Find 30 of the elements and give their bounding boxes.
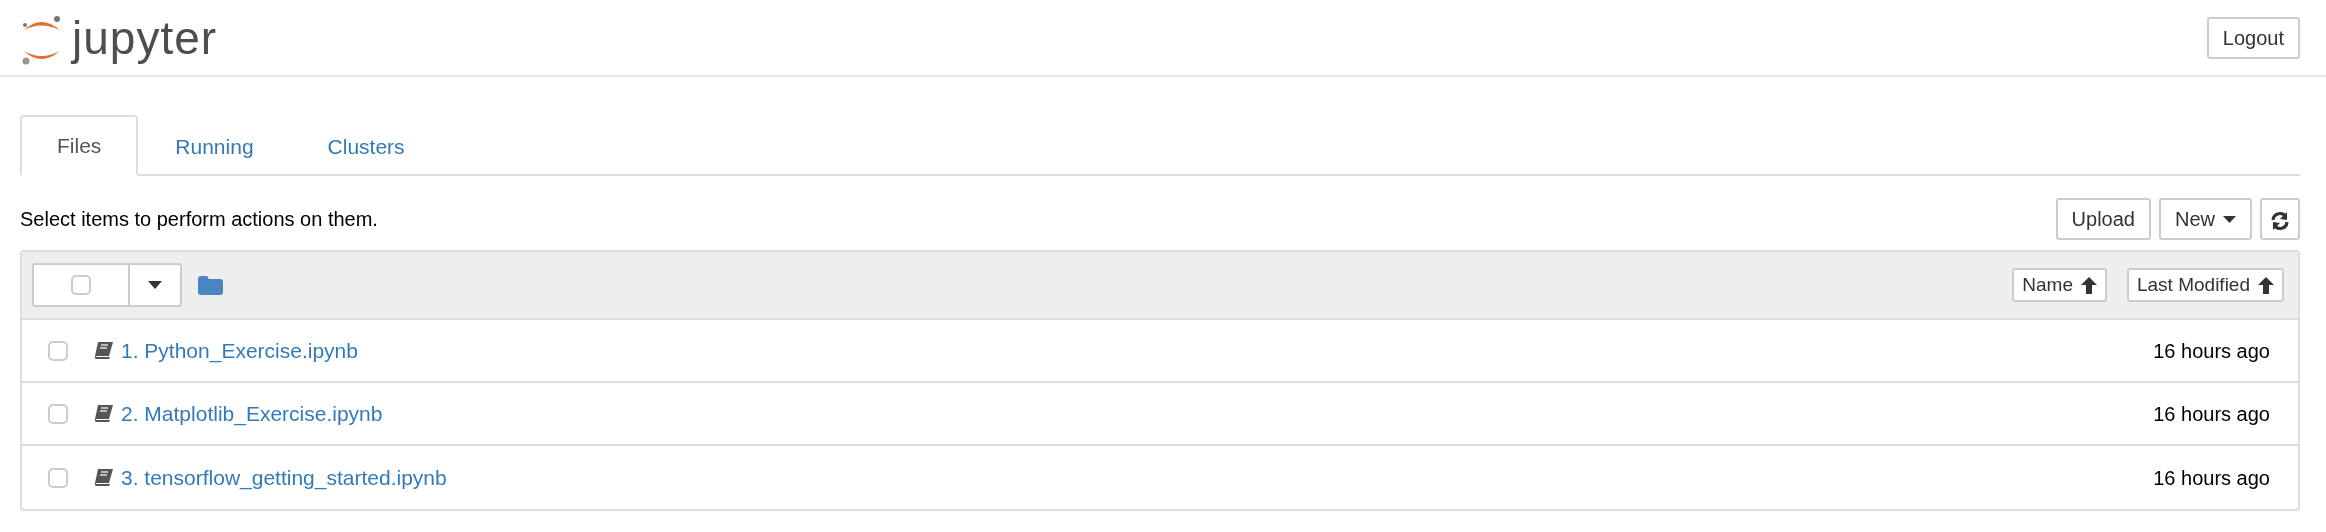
modified-time: 16 hours ago (2153, 338, 2270, 364)
modified-time: 16 hours ago (2153, 465, 2270, 491)
tab[interactable]: Running (138, 115, 291, 176)
row-checkbox[interactable] (48, 403, 68, 424)
row-checkbox[interactable] (48, 340, 68, 361)
row-checkbox[interactable] (48, 467, 68, 488)
up-arrow-icon (2081, 276, 2097, 294)
logout-button[interactable]: Logout (2206, 16, 2300, 59)
upload-button[interactable]: Upload (2055, 198, 2151, 240)
select-all-checkbox[interactable] (71, 275, 91, 295)
tab[interactable]: Clusters (290, 115, 442, 176)
instruction-text: Select items to perform actions on them. (20, 207, 378, 232)
tab[interactable]: Files (20, 115, 139, 176)
up-arrow-icon (2258, 276, 2274, 294)
notebook-icon (94, 469, 113, 486)
refresh-button[interactable] (2260, 198, 2300, 240)
sort-button[interactable]: Name (2012, 267, 2107, 303)
sort-button[interactable]: Last Modified (2127, 267, 2284, 303)
notebook-icon (94, 405, 113, 422)
file-link[interactable]: 1. Python_Exercise.ipynb (121, 334, 358, 367)
notebook-icon (94, 342, 113, 359)
folder-icon[interactable] (198, 275, 223, 295)
file-link[interactable]: 2. Matplotlib_Exercise.ipynb (121, 397, 383, 430)
caret-icon (2223, 215, 2236, 223)
caret-icon (148, 281, 162, 289)
modified-time: 16 hours ago (2153, 401, 2270, 427)
refresh-icon (2270, 210, 2290, 231)
new-dropdown-button[interactable]: New (2159, 198, 2252, 240)
file-link[interactable]: 3. tensorflow_getting_started.ipynb (121, 461, 447, 494)
select-all-control[interactable] (32, 263, 182, 307)
